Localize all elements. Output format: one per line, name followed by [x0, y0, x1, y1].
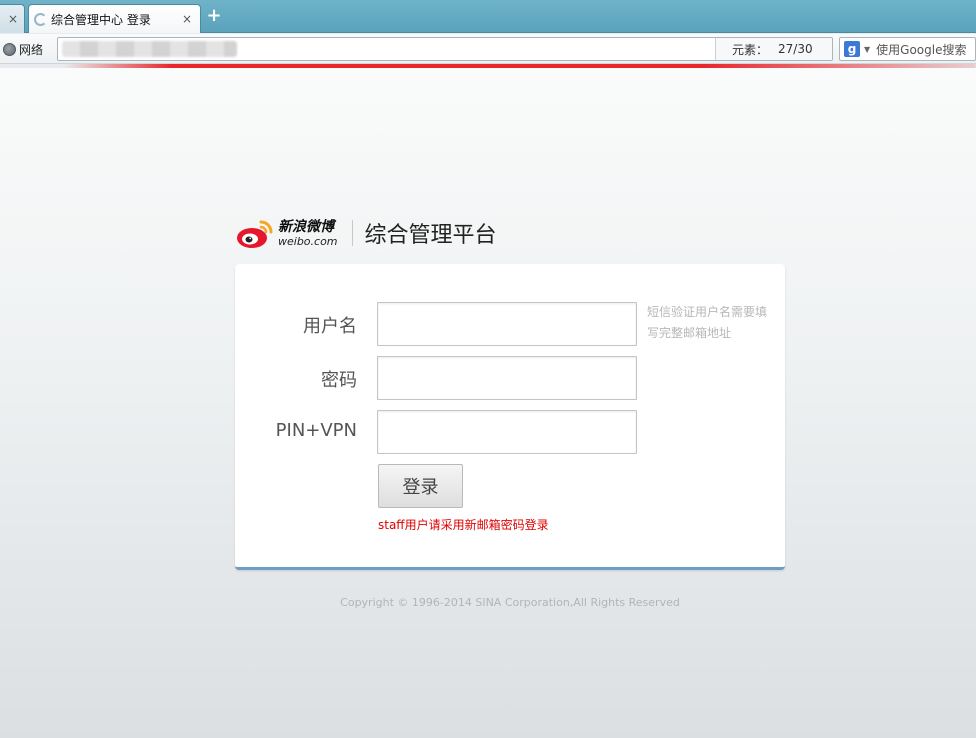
login-card: 用户名 短信验证用户名需要填写完整邮箱地址 密码 PIN+VPN 登录 staf… [235, 264, 785, 570]
chevron-down-icon[interactable]: ▼ [864, 45, 870, 54]
weibo-logo-icon [235, 216, 275, 250]
pin-vpn-input[interactable] [377, 410, 637, 454]
username-hint: 短信验证用户名需要填写完整邮箱地址 [647, 305, 768, 340]
weibo-wordmark: 新浪微博 weibo.com [278, 220, 338, 247]
globe-icon [3, 42, 16, 56]
weibo-name-cn: 新浪微博 [278, 218, 334, 235]
browser-tab-bar: × 综合管理中心 登录 × + [0, 0, 976, 33]
google-icon[interactable]: g [844, 41, 860, 57]
address-bar[interactable]: 元素： 27/30 [57, 37, 833, 61]
browser-toolbar: 网络 元素： 27/30 g ▼ 使用Google搜索 [0, 34, 976, 64]
weibo-name-en: weibo.com [278, 234, 338, 248]
username-label: 用户名 [303, 316, 357, 337]
close-icon[interactable]: × [8, 12, 18, 26]
staff-notice: staff用户请采用新邮箱密码登录 [378, 518, 549, 532]
login-page: 新浪微博 weibo.com 综合管理平台 用户名 短信验证用户名需要填写完整邮… [0, 68, 976, 738]
password-label: 密码 [321, 370, 357, 391]
element-counter-label: 元素： [732, 42, 769, 57]
page-title: 综合管理平台 [364, 223, 497, 248]
tab-title: 综合管理中心 登录 [51, 12, 151, 27]
new-tab-button[interactable]: + [205, 7, 223, 25]
brand-divider [351, 220, 353, 246]
network-button[interactable]: 网络 [3, 40, 43, 58]
network-label: 网络 [19, 42, 44, 57]
active-tab[interactable]: 综合管理中心 登录 × [28, 4, 201, 33]
pin-vpn-label: PIN+VPN [275, 420, 357, 441]
copyright-text: Copyright © 1996-2014 SINA Corporation,A… [340, 596, 680, 609]
username-input[interactable] [377, 302, 637, 346]
close-tab-icon[interactable]: × [182, 12, 192, 26]
element-counter: 元素： 27/30 [715, 38, 832, 60]
search-placeholder: 使用Google搜索 [876, 42, 967, 57]
loading-spinner-icon [34, 12, 47, 26]
previous-tab[interactable]: × [0, 4, 25, 33]
login-button[interactable]: 登录 [378, 464, 463, 508]
search-box[interactable]: g ▼ 使用Google搜索 [839, 37, 976, 61]
brand-header: 新浪微博 weibo.com 综合管理平台 [235, 213, 497, 253]
password-input[interactable] [377, 356, 637, 400]
blurred-url [62, 41, 237, 57]
element-counter-value: 27/30 [778, 42, 813, 56]
